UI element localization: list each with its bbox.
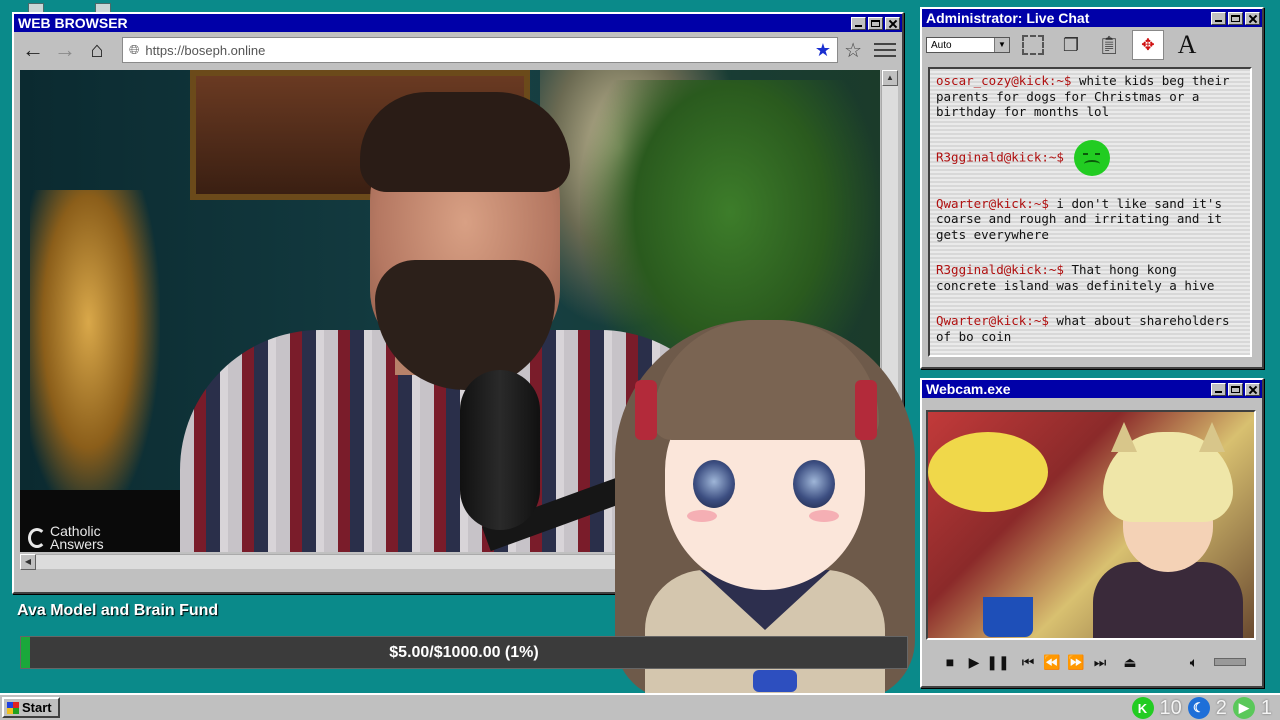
chat-log[interactable]: oscar_cozy@kick:~$ white kids beg their …: [928, 67, 1252, 357]
right-eye: [793, 460, 835, 508]
chat-message: oscar_cozy@kick:~$ white kids beg their …: [936, 73, 1244, 120]
browser-titlebar[interactable]: WEB BROWSER: [14, 14, 902, 32]
back-arrow-icon[interactable]: ←: [20, 37, 46, 63]
play-icon[interactable]: ▶: [962, 654, 986, 671]
moon-icon[interactable]: ☾: [1187, 697, 1210, 719]
cat-eared-character: [1093, 422, 1243, 638]
media-controls: ■ ▶ ❚❚ ⏮ ⏪ ⏩ ⏭ ⏏ 🔈︎: [926, 646, 1256, 678]
chat-username[interactable]: Qwarter@kick:~$: [936, 196, 1049, 211]
close-button[interactable]: [885, 16, 900, 30]
move-icon[interactable]: ✥: [1132, 30, 1164, 60]
volume-icon[interactable]: 🔈︎: [1182, 654, 1206, 671]
address-bar[interactable]: 🌐︎ https://boseph.online ★: [122, 37, 839, 63]
minimize-button[interactable]: [851, 16, 866, 30]
start-button[interactable]: Start: [2, 697, 60, 718]
webcam-view: [926, 410, 1256, 640]
webcam-title: Webcam.exe: [926, 381, 1011, 397]
url-text[interactable]: https://boseph.online: [145, 43, 809, 58]
system-tray: K 10 ☾ 2 ▶ 1: [1131, 696, 1272, 720]
rewind-icon[interactable]: ⏪: [1040, 654, 1064, 671]
minimize-button[interactable]: [1211, 11, 1226, 25]
microphone: [460, 370, 540, 530]
forward-arrow-icon[interactable]: →: [52, 37, 78, 63]
stop-icon[interactable]: ■: [938, 654, 962, 670]
fund-progress-text: $5.00/$1000.00 (1%): [389, 643, 539, 661]
chat-username[interactable]: Qwarter@kick:~$: [936, 313, 1049, 328]
maximize-button[interactable]: [868, 16, 883, 30]
maximize-button[interactable]: [1228, 382, 1243, 396]
browser-navbar: ← → ⌂ 🌐︎ https://boseph.online ★ ☆: [14, 32, 902, 68]
chat-message: R3gginald@kick:~$ That hong kong concret…: [936, 262, 1244, 293]
horizontal-scrollbar[interactable]: ◀: [20, 554, 660, 570]
webcam-window: Webcam.exe ■ ▶ ❚❚ ⏮ ⏪ ⏩ ⏭ ⏏ 🔈︎: [920, 378, 1264, 688]
tray-count: 1: [1260, 696, 1272, 719]
skip-forward-icon[interactable]: ⏭: [1088, 654, 1112, 671]
chat-title: Administrator: Live Chat: [926, 10, 1090, 26]
pause-icon[interactable]: ❚❚: [986, 654, 1010, 671]
fund-progress-bar: $5.00/$1000.00 (1%): [20, 636, 908, 669]
minimize-button[interactable]: [1211, 382, 1226, 396]
font-icon[interactable]: A: [1172, 30, 1202, 59]
chevron-down-icon[interactable]: ▼: [994, 38, 1009, 52]
chat-message: R3gginald@kick:~$: [936, 139, 1244, 176]
man-hair: [360, 92, 570, 192]
fast-forward-icon[interactable]: ⏩: [1064, 654, 1088, 671]
globe-icon: 🌐︎: [129, 42, 140, 57]
copy-icon[interactable]: ❐: [1056, 31, 1086, 59]
hamburger-menu-icon[interactable]: [874, 43, 896, 57]
fund-title: Ava Model and Brain Fund: [17, 602, 219, 619]
bookmark-star-filled-icon[interactable]: ★: [815, 40, 831, 61]
tray-count: 2: [1215, 696, 1227, 719]
left-eye: [693, 460, 735, 508]
home-icon[interactable]: ⌂: [84, 37, 110, 63]
logo-c-icon: [28, 528, 46, 548]
browser-title: WEB BROWSER: [18, 15, 128, 31]
taskbar: Start K 10 ☾ 2 ▶ 1: [0, 693, 1280, 720]
chat-titlebar[interactable]: Administrator: Live Chat: [922, 9, 1262, 27]
paste-icon[interactable]: 📋︎: [1094, 31, 1124, 59]
green-sad-face-emote: [1073, 139, 1110, 176]
close-button[interactable]: [1245, 382, 1260, 396]
webcam-titlebar[interactable]: Webcam.exe: [922, 380, 1262, 398]
kick-icon[interactable]: K: [1131, 697, 1154, 719]
play-circle-icon[interactable]: ▶: [1232, 697, 1255, 719]
favorites-star-icon[interactable]: ☆: [844, 38, 862, 63]
chat-toolbar: Auto ▼ ❐ 📋︎ ✥ A: [922, 27, 1262, 63]
chat-message: Qwarter@kick:~$ what about shareholders …: [936, 313, 1244, 344]
tray-count: 10: [1159, 696, 1182, 719]
select-region-icon[interactable]: [1022, 35, 1044, 55]
live-chat-window: Administrator: Live Chat Auto ▼ ❐ 📋︎ ✥ A…: [920, 7, 1264, 369]
scroll-left-arrow-icon[interactable]: ◀: [20, 554, 36, 570]
eject-icon[interactable]: ⏏: [1118, 654, 1142, 671]
font-size-select[interactable]: Auto ▼: [926, 37, 1010, 53]
chat-username[interactable]: R3gginald@kick:~$: [936, 262, 1064, 277]
scroll-up-arrow-icon[interactable]: ▲: [882, 70, 898, 86]
chat-username[interactable]: R3gginald@kick:~$: [936, 149, 1064, 164]
close-button[interactable]: [1245, 11, 1260, 25]
chat-message: Qwarter@kick:~$ i don't like sand it's c…: [936, 196, 1244, 243]
angel-statue: [30, 190, 160, 520]
blue-mug: [983, 597, 1033, 637]
maximize-button[interactable]: [1228, 11, 1243, 25]
windows-logo-icon: [7, 701, 19, 714]
volume-slider[interactable]: [1214, 658, 1246, 666]
catholic-answers-logo: Catholic Answers: [28, 524, 120, 551]
chat-username[interactable]: oscar_cozy@kick:~$: [936, 73, 1071, 88]
skip-back-icon[interactable]: ⏮: [1016, 654, 1040, 671]
left-hair-ribbon: [635, 380, 657, 440]
right-hair-ribbon: [855, 380, 877, 440]
yellow-plush: [928, 432, 1048, 512]
